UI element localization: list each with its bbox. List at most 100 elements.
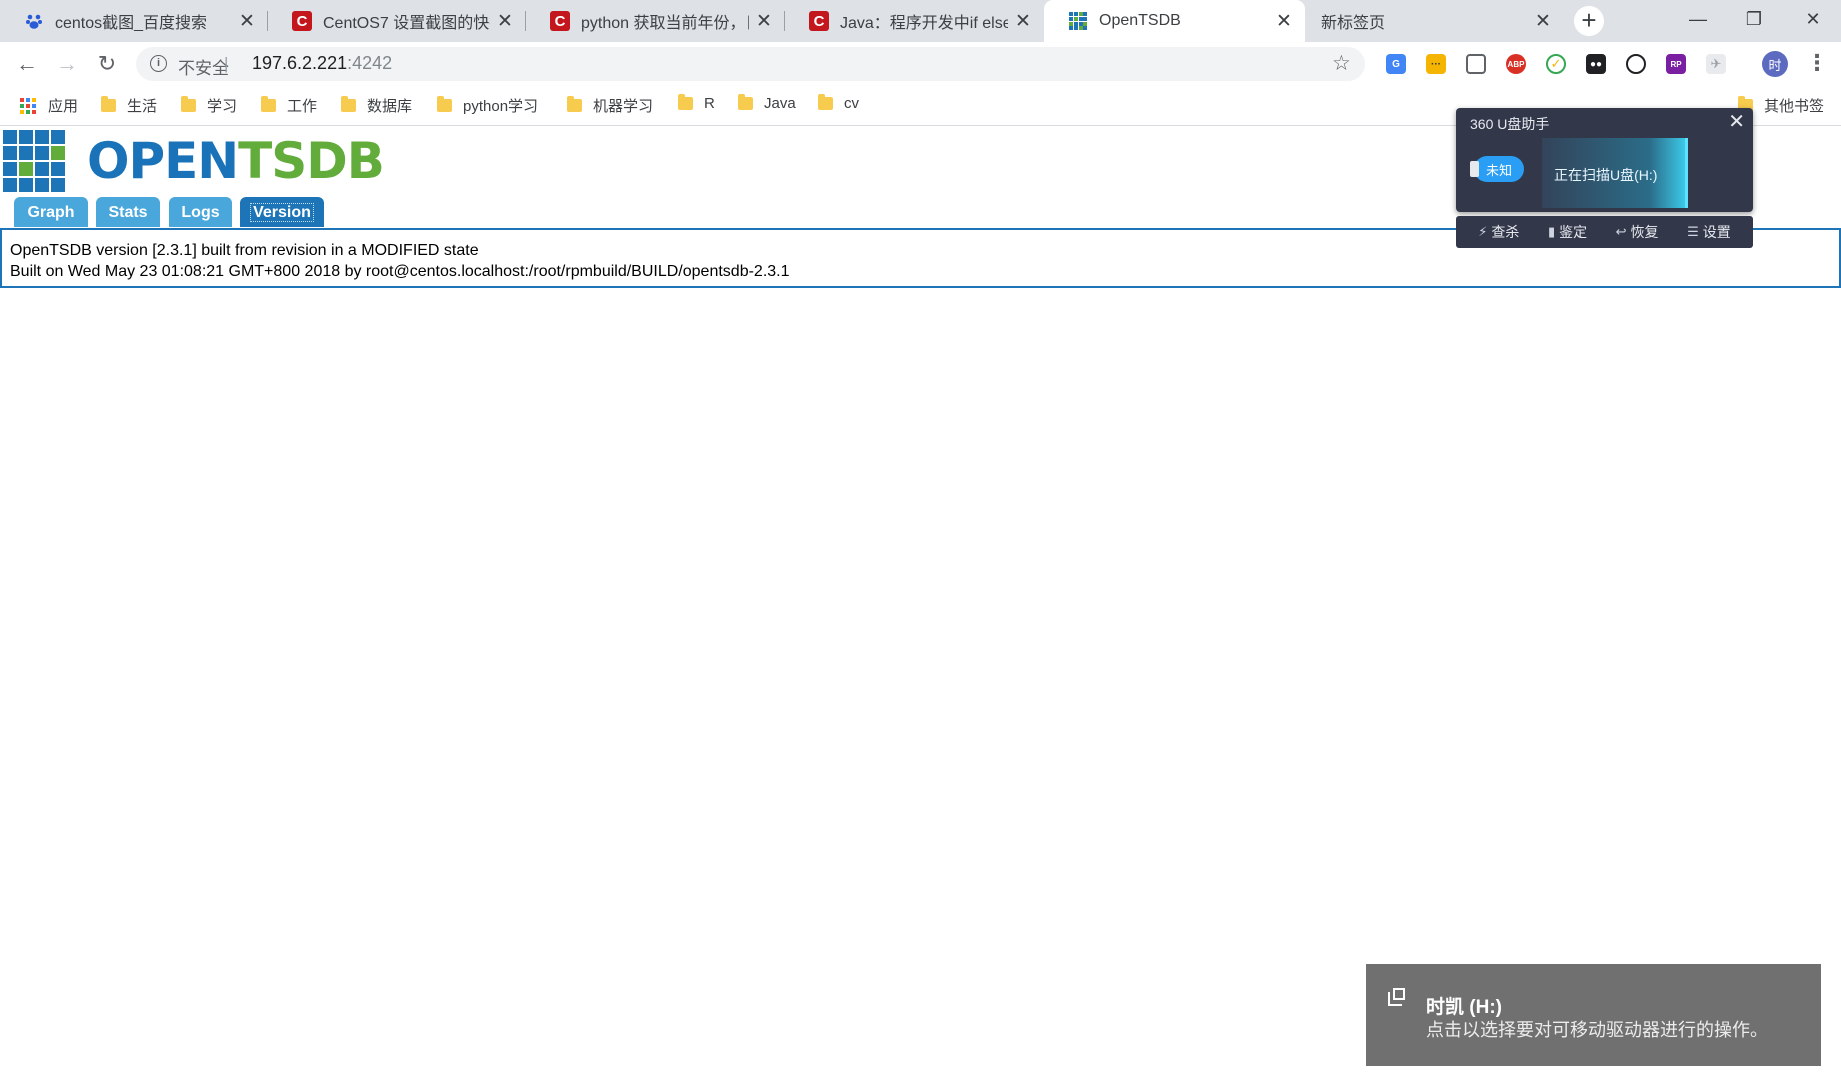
- usb-action-label: 设置: [1702, 224, 1731, 240]
- bookmark-label: 其他书签: [1764, 98, 1825, 115]
- tab-baidu-search[interactable]: centos截图_百度搜索 ✕: [0, 0, 268, 42]
- toast-body: 点击以选择要对可移动驱动器进行的操作。: [1426, 1020, 1768, 1040]
- bookmark-folder-database[interactable]: 数据库: [341, 95, 412, 116]
- logo-part-tsdb: TSDB: [238, 132, 385, 190]
- logo-wordmark: OPENTSDB: [87, 136, 385, 186]
- folder-icon: [101, 96, 116, 112]
- usb-helper-title: 360 U盘助手: [1470, 116, 1550, 132]
- csdn-icon: C: [292, 11, 312, 31]
- bookmark-apps[interactable]: 应用: [20, 95, 78, 116]
- bookmark-label: 生活: [127, 98, 158, 115]
- usb-drive-icon: ▮: [1547, 224, 1556, 239]
- restore-window-icon[interactable]: ❐: [1726, 0, 1782, 38]
- windows-notification-toast[interactable]: 时凯 (H:) 点击以选择要对可移动驱动器进行的操作。: [1366, 964, 1821, 1066]
- tab-strip: centos截图_百度搜索 ✕ C CentOS7 设置截图的快捷 ✕ C py…: [0, 0, 1841, 42]
- csdn-icon: C: [550, 11, 570, 31]
- removable-drive-icon: [1388, 988, 1405, 1006]
- bookmark-label: 机器学习: [593, 98, 654, 115]
- folder-icon: [341, 96, 356, 112]
- url-text[interactable]: 197.6.2.221:4242: [252, 53, 392, 74]
- close-icon[interactable]: ✕: [1728, 109, 1745, 134]
- info-icon[interactable]: i: [150, 55, 167, 72]
- apps-grid-icon: [20, 97, 36, 114]
- tab-java-ifelse[interactable]: C Java：程序开发中if else多 ✕: [785, 0, 1044, 42]
- new-tab-plus-icon[interactable]: +: [1574, 6, 1604, 36]
- tab-close-icon[interactable]: ✕: [238, 10, 256, 33]
- profile-avatar[interactable]: 时: [1762, 51, 1788, 77]
- folder-icon: [738, 94, 753, 110]
- bookmark-folder-study[interactable]: 学习: [181, 95, 237, 116]
- usb-action-label: 鉴定: [1559, 224, 1588, 240]
- bird-extension-icon[interactable]: ✈: [1706, 54, 1726, 74]
- rp-extension-icon[interactable]: RP: [1666, 54, 1686, 74]
- bookmark-label: 数据库: [367, 98, 413, 115]
- usb-scan-status: 正在扫描U盘(H:): [1542, 138, 1688, 208]
- bookmark-label: Java: [764, 95, 796, 112]
- usb-identify-button[interactable]: ▮ 鉴定: [1548, 222, 1587, 242]
- kebab-menu-icon[interactable]: ⋮: [1806, 50, 1828, 76]
- close-window-icon[interactable]: ✕: [1785, 0, 1841, 38]
- checkmark-extension-icon[interactable]: ✓: [1546, 54, 1566, 74]
- list-icon: ☰: [1687, 224, 1699, 239]
- tampermonkey-icon[interactable]: ●●: [1586, 54, 1606, 74]
- folder-icon: [181, 96, 196, 112]
- bookmark-folder-cv[interactable]: cv: [818, 94, 859, 112]
- tab-graph[interactable]: Graph: [14, 197, 88, 227]
- minimize-icon[interactable]: —: [1670, 0, 1726, 38]
- logo-grid-icon: [3, 130, 65, 192]
- tab-title: centos截图_百度搜索: [55, 15, 208, 32]
- usb-restore-button[interactable]: ↩ 恢复: [1616, 222, 1659, 242]
- bookmark-folder-work[interactable]: 工作: [261, 95, 317, 116]
- csdn-icon: C: [809, 11, 829, 31]
- security-label[interactable]: 不安全: [178, 54, 229, 79]
- tab-close-icon[interactable]: ✕: [1275, 10, 1293, 33]
- tab-close-icon[interactable]: ✕: [1014, 10, 1032, 33]
- usb-helper-popup: 360 U盘助手 ✕ 未知 正在扫描U盘(H:): [1456, 108, 1753, 212]
- tab-opentsdb[interactable]: OpenTSDB ✕: [1044, 0, 1305, 42]
- folder-icon: [437, 96, 452, 112]
- google-translate-icon[interactable]: G: [1386, 54, 1406, 74]
- url-port: :4242: [347, 53, 393, 73]
- adblock-plus-icon[interactable]: ABP: [1506, 54, 1526, 74]
- bookmark-folder-r[interactable]: R: [678, 94, 715, 112]
- url-host: 197.6.2.221: [252, 53, 348, 73]
- link-extension-icon[interactable]: [1626, 54, 1646, 74]
- url-divider: |: [224, 54, 229, 73]
- extension-notes-icon[interactable]: ···: [1426, 54, 1446, 74]
- bookmark-label: python学习: [463, 98, 539, 115]
- page-content: OPENTSDB Graph Stats Logs Version OpenTS…: [0, 127, 1841, 1080]
- tab-stats[interactable]: Stats: [96, 197, 160, 227]
- bookmark-label: 工作: [287, 98, 318, 115]
- shield-extension-icon[interactable]: [1466, 54, 1486, 74]
- lightning-icon: ⚡: [1478, 224, 1488, 239]
- tab-close-icon[interactable]: ✕: [496, 10, 514, 33]
- bookmark-folder-ml[interactable]: 机器学习: [567, 95, 653, 116]
- usb-settings-button[interactable]: ☰ 设置: [1687, 222, 1731, 242]
- forward-arrow-icon[interactable]: →: [53, 50, 81, 78]
- address-bar[interactable]: i 不安全 | 197.6.2.221:4242 ☆: [136, 47, 1365, 81]
- toast-title: 时凯 (H:): [1426, 997, 1502, 1018]
- tab-centos-screenshot[interactable]: C CentOS7 设置截图的快捷 ✕: [268, 0, 526, 42]
- browser-window: centos截图_百度搜索 ✕ C CentOS7 设置截图的快捷 ✕ C py…: [0, 0, 1841, 1080]
- bookmark-star-icon[interactable]: ☆: [1332, 51, 1351, 76]
- build-line: Built on Wed May 23 01:08:21 GMT+800 201…: [10, 263, 790, 280]
- bookmark-folder-life[interactable]: 生活: [101, 95, 157, 116]
- usb-scan-button[interactable]: ⚡ 查杀: [1478, 222, 1519, 242]
- tab-close-icon[interactable]: ✕: [755, 10, 773, 33]
- tab-title: CentOS7 设置截图的快捷: [323, 15, 490, 32]
- tab-label: Logs: [181, 204, 220, 221]
- tab-title: python 获取当前年份，日: [581, 15, 749, 32]
- bookmark-folder-java[interactable]: Java: [738, 94, 796, 112]
- tab-logs[interactable]: Logs: [169, 197, 232, 227]
- tab-close-icon[interactable]: ✕: [1534, 10, 1552, 33]
- reload-icon[interactable]: ↻: [93, 50, 121, 78]
- folder-icon: [818, 94, 833, 110]
- bookmark-folder-python[interactable]: python学习: [437, 95, 538, 116]
- tab-label: Graph: [27, 204, 75, 221]
- tab-version[interactable]: Version: [240, 197, 324, 227]
- bookmark-label: 应用: [48, 98, 79, 115]
- back-arrow-icon[interactable]: ←: [13, 50, 41, 78]
- tab-python-year[interactable]: C python 获取当前年份，日 ✕: [526, 0, 785, 42]
- tab-new-tab[interactable]: 新标签页 ✕: [1305, 0, 1564, 42]
- folder-icon: [567, 96, 582, 112]
